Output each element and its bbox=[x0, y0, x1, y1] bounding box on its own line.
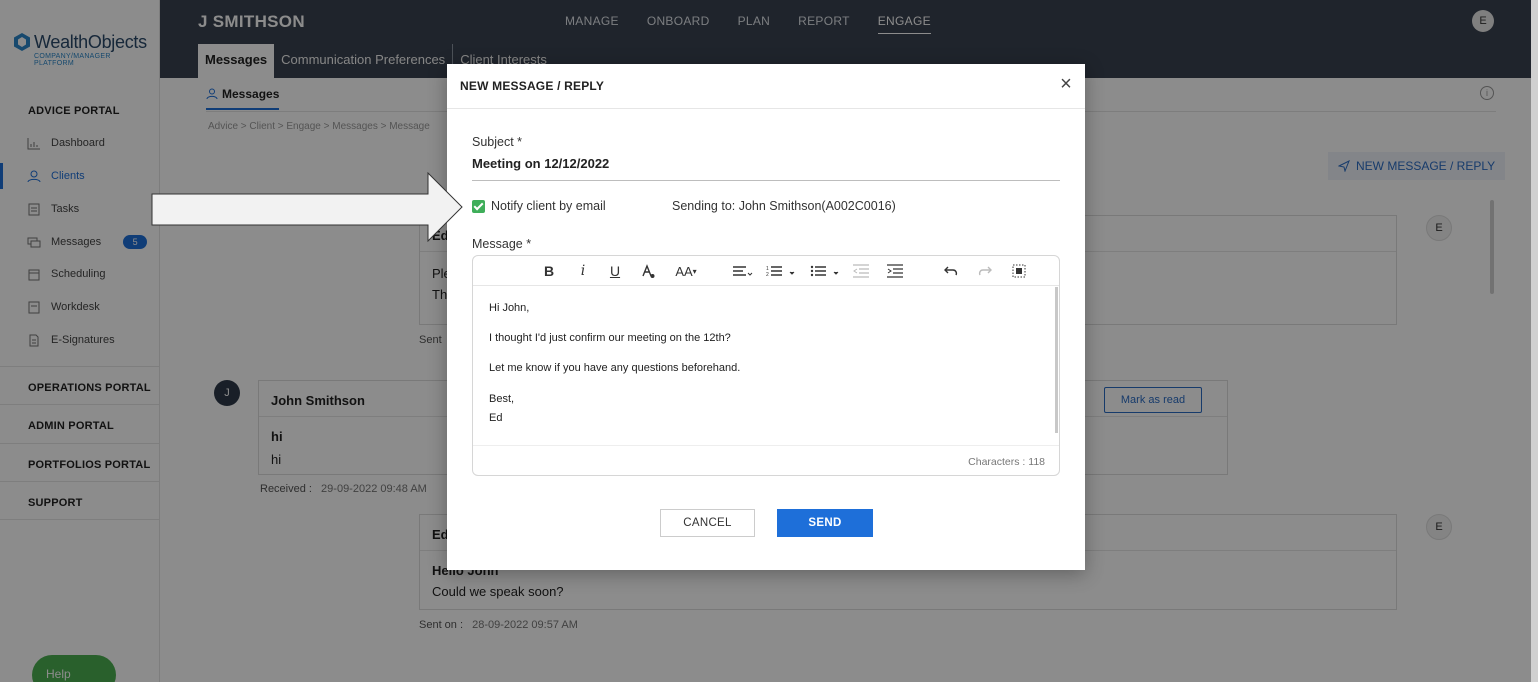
subject-label: Subject * bbox=[472, 135, 523, 149]
sending-to-text: Sending to: John Smithson(A002C0016) bbox=[672, 199, 896, 213]
close-icon[interactable]: × bbox=[1055, 73, 1077, 95]
font-color-icon[interactable] bbox=[639, 262, 657, 280]
undo-icon[interactable] bbox=[941, 262, 961, 280]
pointer-arrow-icon bbox=[151, 172, 463, 242]
new-message-dialog: NEW MESSAGE / REPLY × Subject * Meeting … bbox=[447, 64, 1085, 570]
italic-icon[interactable]: i bbox=[575, 262, 591, 280]
notify-client-checkbox[interactable]: Notify client by email bbox=[472, 199, 606, 213]
dialog-title: NEW MESSAGE / REPLY bbox=[460, 79, 605, 93]
body-line: I thought I'd just confirm our meeting o… bbox=[489, 332, 731, 345]
underline-icon[interactable]: U bbox=[607, 262, 623, 280]
bold-icon[interactable]: B bbox=[541, 262, 557, 280]
message-editor[interactable]: B i U AA ▾ 12 Hi John, I thought I'd jus… bbox=[472, 255, 1060, 476]
notify-label: Notify client by email bbox=[491, 199, 606, 213]
select-all-icon[interactable] bbox=[1009, 262, 1029, 280]
editor-footer: Characters : 118 bbox=[473, 445, 1059, 475]
subject-input[interactable]: Meeting on 12/12/2022 bbox=[472, 156, 1060, 181]
indent-icon[interactable] bbox=[885, 262, 905, 280]
bullet-list-icon[interactable] bbox=[809, 262, 843, 280]
cancel-button[interactable]: CANCEL bbox=[660, 509, 755, 537]
svg-text:2: 2 bbox=[766, 272, 769, 278]
editor-scrollbar[interactable] bbox=[1055, 287, 1058, 433]
ordered-list-icon[interactable]: 12 bbox=[765, 262, 799, 280]
body-line: Let me know if you have any questions be… bbox=[489, 362, 741, 375]
checkbox-checked-icon[interactable] bbox=[472, 199, 485, 213]
body-line: Best, bbox=[489, 392, 515, 405]
character-count: Characters : 118 bbox=[968, 456, 1045, 468]
window-edge bbox=[1531, 0, 1538, 682]
body-line: Ed bbox=[489, 411, 503, 424]
dialog-header: NEW MESSAGE / REPLY × bbox=[447, 64, 1085, 109]
body-line: Hi John, bbox=[489, 302, 530, 314]
send-button[interactable]: SEND bbox=[777, 509, 873, 537]
editor-toolbar: B i U AA ▾ 12 bbox=[473, 256, 1059, 286]
align-icon[interactable] bbox=[731, 262, 755, 280]
message-label: Message * bbox=[472, 237, 532, 251]
redo-icon[interactable] bbox=[975, 262, 995, 280]
outdent-icon[interactable] bbox=[851, 262, 871, 280]
message-body-text[interactable]: Hi John, I thought I'd just confirm our … bbox=[489, 302, 740, 425]
font-size-icon[interactable]: AA ▾ bbox=[673, 262, 699, 280]
